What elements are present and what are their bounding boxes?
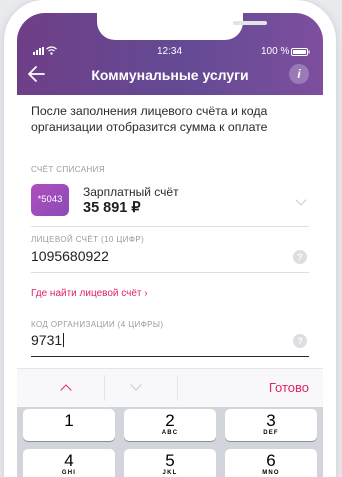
previous-field-button[interactable]	[37, 369, 97, 407]
key-3[interactable]: 3 DEF	[225, 409, 317, 441]
org-code-help-icon[interactable]: ?	[293, 334, 307, 348]
key-6[interactable]: 6 MNO	[225, 449, 317, 477]
chevron-up-icon	[60, 384, 72, 396]
phone-notch	[97, 13, 267, 40]
org-code-underline	[31, 356, 309, 357]
keyboard-toolbar: Готово	[17, 368, 323, 407]
speaker-grille	[233, 21, 267, 25]
key-1[interactable]: 1	[23, 409, 115, 441]
key-4[interactable]: 4 GHI	[23, 449, 115, 477]
key-digit: 1	[64, 411, 74, 430]
account-label: СЧЁТ СПИСАНИЯ	[31, 165, 106, 174]
key-digit: 2	[165, 411, 175, 430]
org-code-value: 9731	[31, 332, 63, 348]
key-letters: DEF	[263, 430, 279, 436]
status-time: 12:34	[157, 46, 183, 57]
key-letters: MNO	[262, 470, 280, 476]
toolbar-divider	[177, 375, 178, 401]
info-button[interactable]: i	[289, 64, 309, 84]
account-balance: 35 891 ₽	[83, 200, 141, 216]
personal-account-input[interactable]: 1095680922	[31, 248, 109, 264]
key-digit: 4	[64, 451, 74, 470]
phone-screen: 12:34 100 % Коммунальные услуги i После …	[17, 13, 323, 477]
battery-percent: 100 %	[261, 46, 290, 57]
card-badge: *5043	[31, 184, 69, 216]
key-letters: JKL	[162, 470, 178, 476]
numeric-keypad: 1 2 ABC 3 DEF 4 GHI 5 JKL 6 MNO	[17, 407, 323, 477]
key-digit: 5	[165, 451, 175, 470]
key-digit: 6	[266, 451, 276, 470]
wifi-icon	[46, 46, 57, 55]
battery-icon	[291, 48, 310, 56]
app-header: 12:34 100 % Коммунальные услуги i	[17, 13, 323, 95]
org-code-label: КОД ОРГАНИЗАЦИИ (4 ЦИФРЫ)	[31, 320, 164, 329]
personal-account-help-icon[interactable]: ?	[293, 250, 307, 264]
key-letters: ABC	[161, 430, 179, 436]
phone-frame: 12:34 100 % Коммунальные услуги i После …	[4, 0, 336, 477]
key-digit: 3	[266, 411, 276, 430]
back-button[interactable]	[27, 63, 51, 87]
personal-account-label: ЛИЦЕВОЙ СЧЁТ (10 ЦИФР)	[31, 235, 145, 244]
chevron-down-icon	[130, 379, 142, 391]
next-field-button[interactable]	[107, 369, 167, 407]
text-cursor	[63, 333, 65, 347]
divider	[31, 226, 309, 227]
key-2[interactable]: 2 ABC	[124, 409, 216, 441]
page-title: Коммунальные услуги	[91, 67, 249, 83]
find-account-link[interactable]: Где найти лицевой счёт ›	[31, 288, 148, 299]
account-name: Зарплатный счёт	[83, 185, 179, 199]
key-5[interactable]: 5 JKL	[124, 449, 216, 477]
org-code-input[interactable]: 9731	[31, 332, 65, 348]
title-row: Коммунальные услуги i	[17, 63, 323, 87]
signal-icon	[33, 47, 44, 55]
done-button[interactable]: Готово	[269, 380, 309, 395]
personal-account-underline	[31, 272, 309, 273]
key-letters: GHI	[61, 470, 77, 476]
toolbar-divider	[104, 375, 105, 401]
arrow-left-icon	[28, 66, 45, 82]
payment-notice: После заполнения лицевого счёта и кода о…	[31, 104, 268, 134]
